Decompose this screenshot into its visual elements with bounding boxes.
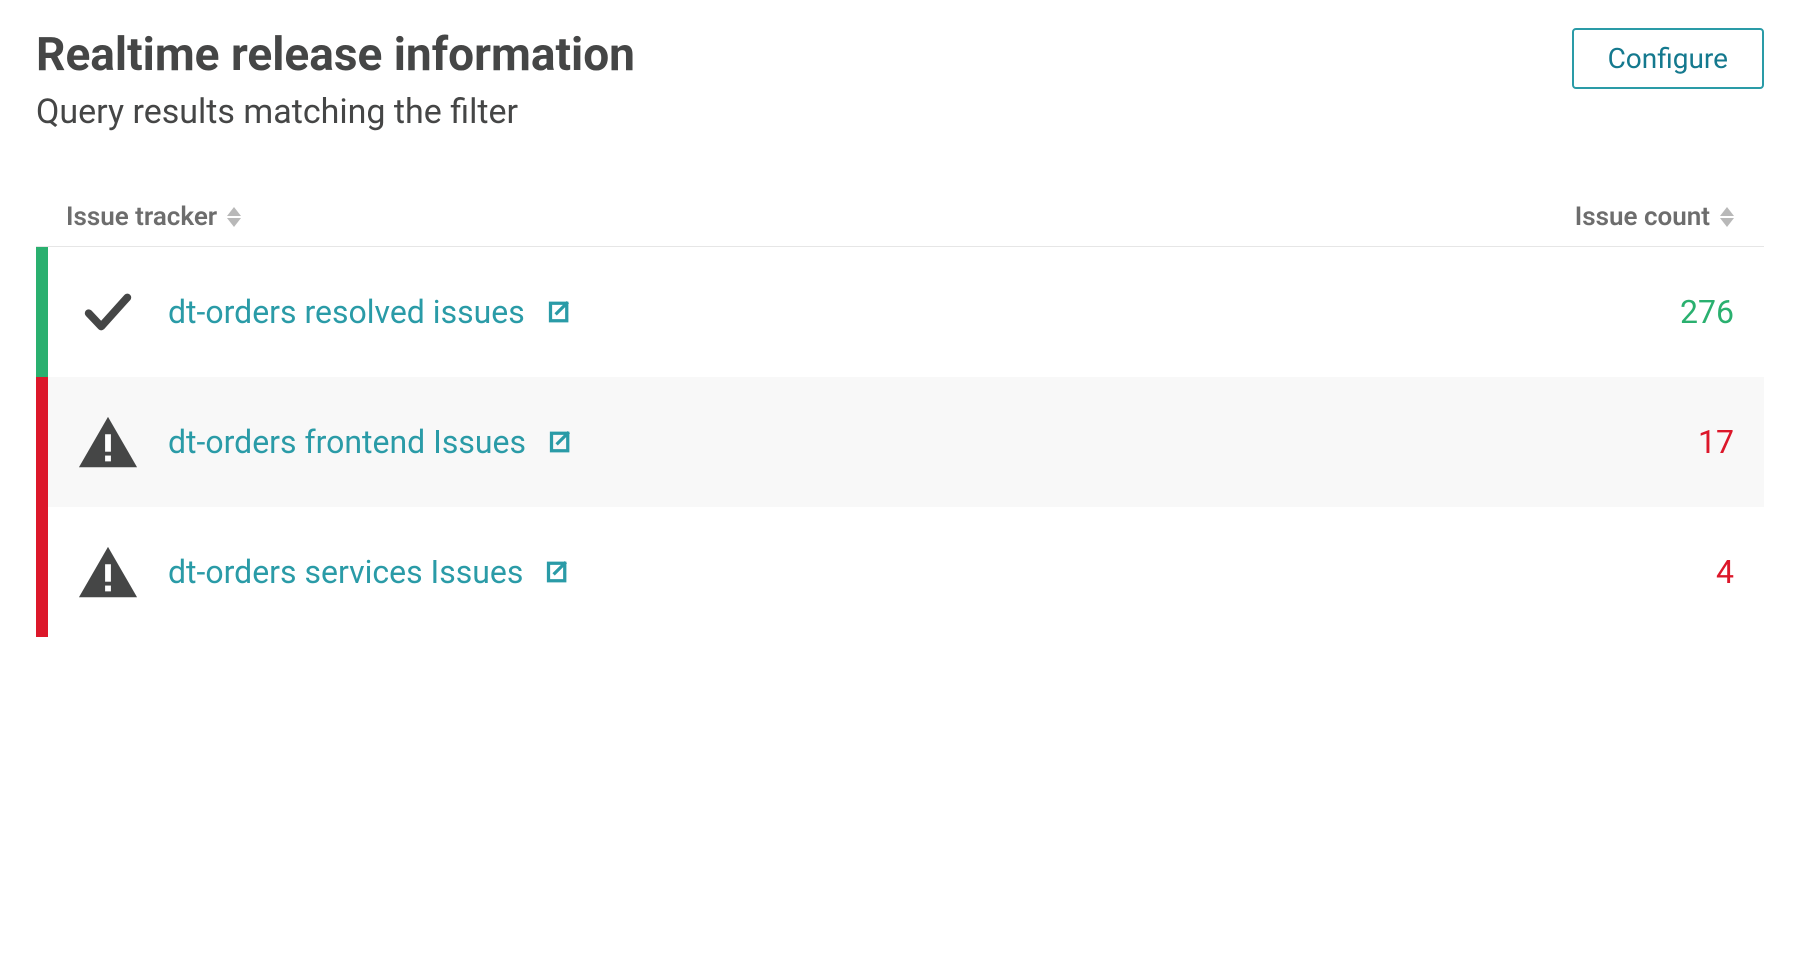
alert-icon <box>48 414 168 470</box>
tracker-link[interactable]: dt-orders resolved issues <box>168 293 525 331</box>
table-row[interactable]: dt-orders frontend Issues 17 <box>36 377 1764 507</box>
external-link-icon[interactable] <box>544 427 574 457</box>
sort-icon <box>227 207 241 227</box>
tracker-link[interactable]: dt-orders services Issues <box>168 553 523 591</box>
column-header-tracker[interactable]: Issue tracker <box>66 202 241 232</box>
check-icon <box>48 283 168 341</box>
table-header: Issue tracker Issue count <box>36 202 1764 247</box>
column-label: Issue count <box>1575 202 1710 232</box>
table-row[interactable]: dt-orders services Issues 4 <box>36 507 1764 637</box>
issues-table: Issue tracker Issue count dt-orders reso… <box>36 202 1764 637</box>
page-subtitle: Query results matching the filter <box>36 92 635 132</box>
sort-icon <box>1720 207 1734 227</box>
tracker-link[interactable]: dt-orders frontend Issues <box>168 423 526 461</box>
issue-count: 4 <box>1716 553 1734 591</box>
table-row[interactable]: dt-orders resolved issues 276 <box>36 247 1764 377</box>
status-bar <box>36 247 48 377</box>
alert-icon <box>48 544 168 600</box>
external-link-icon[interactable] <box>541 557 571 587</box>
page-title: Realtime release information <box>36 28 635 82</box>
status-bar <box>36 377 48 507</box>
panel-header: Realtime release information Query resul… <box>36 28 1764 132</box>
status-bar <box>36 507 48 637</box>
issue-count: 17 <box>1698 423 1734 461</box>
column-header-count[interactable]: Issue count <box>1575 202 1734 232</box>
issue-count: 276 <box>1680 293 1734 331</box>
external-link-icon[interactable] <box>543 297 573 327</box>
configure-button[interactable]: Configure <box>1572 28 1764 89</box>
column-label: Issue tracker <box>66 202 217 232</box>
